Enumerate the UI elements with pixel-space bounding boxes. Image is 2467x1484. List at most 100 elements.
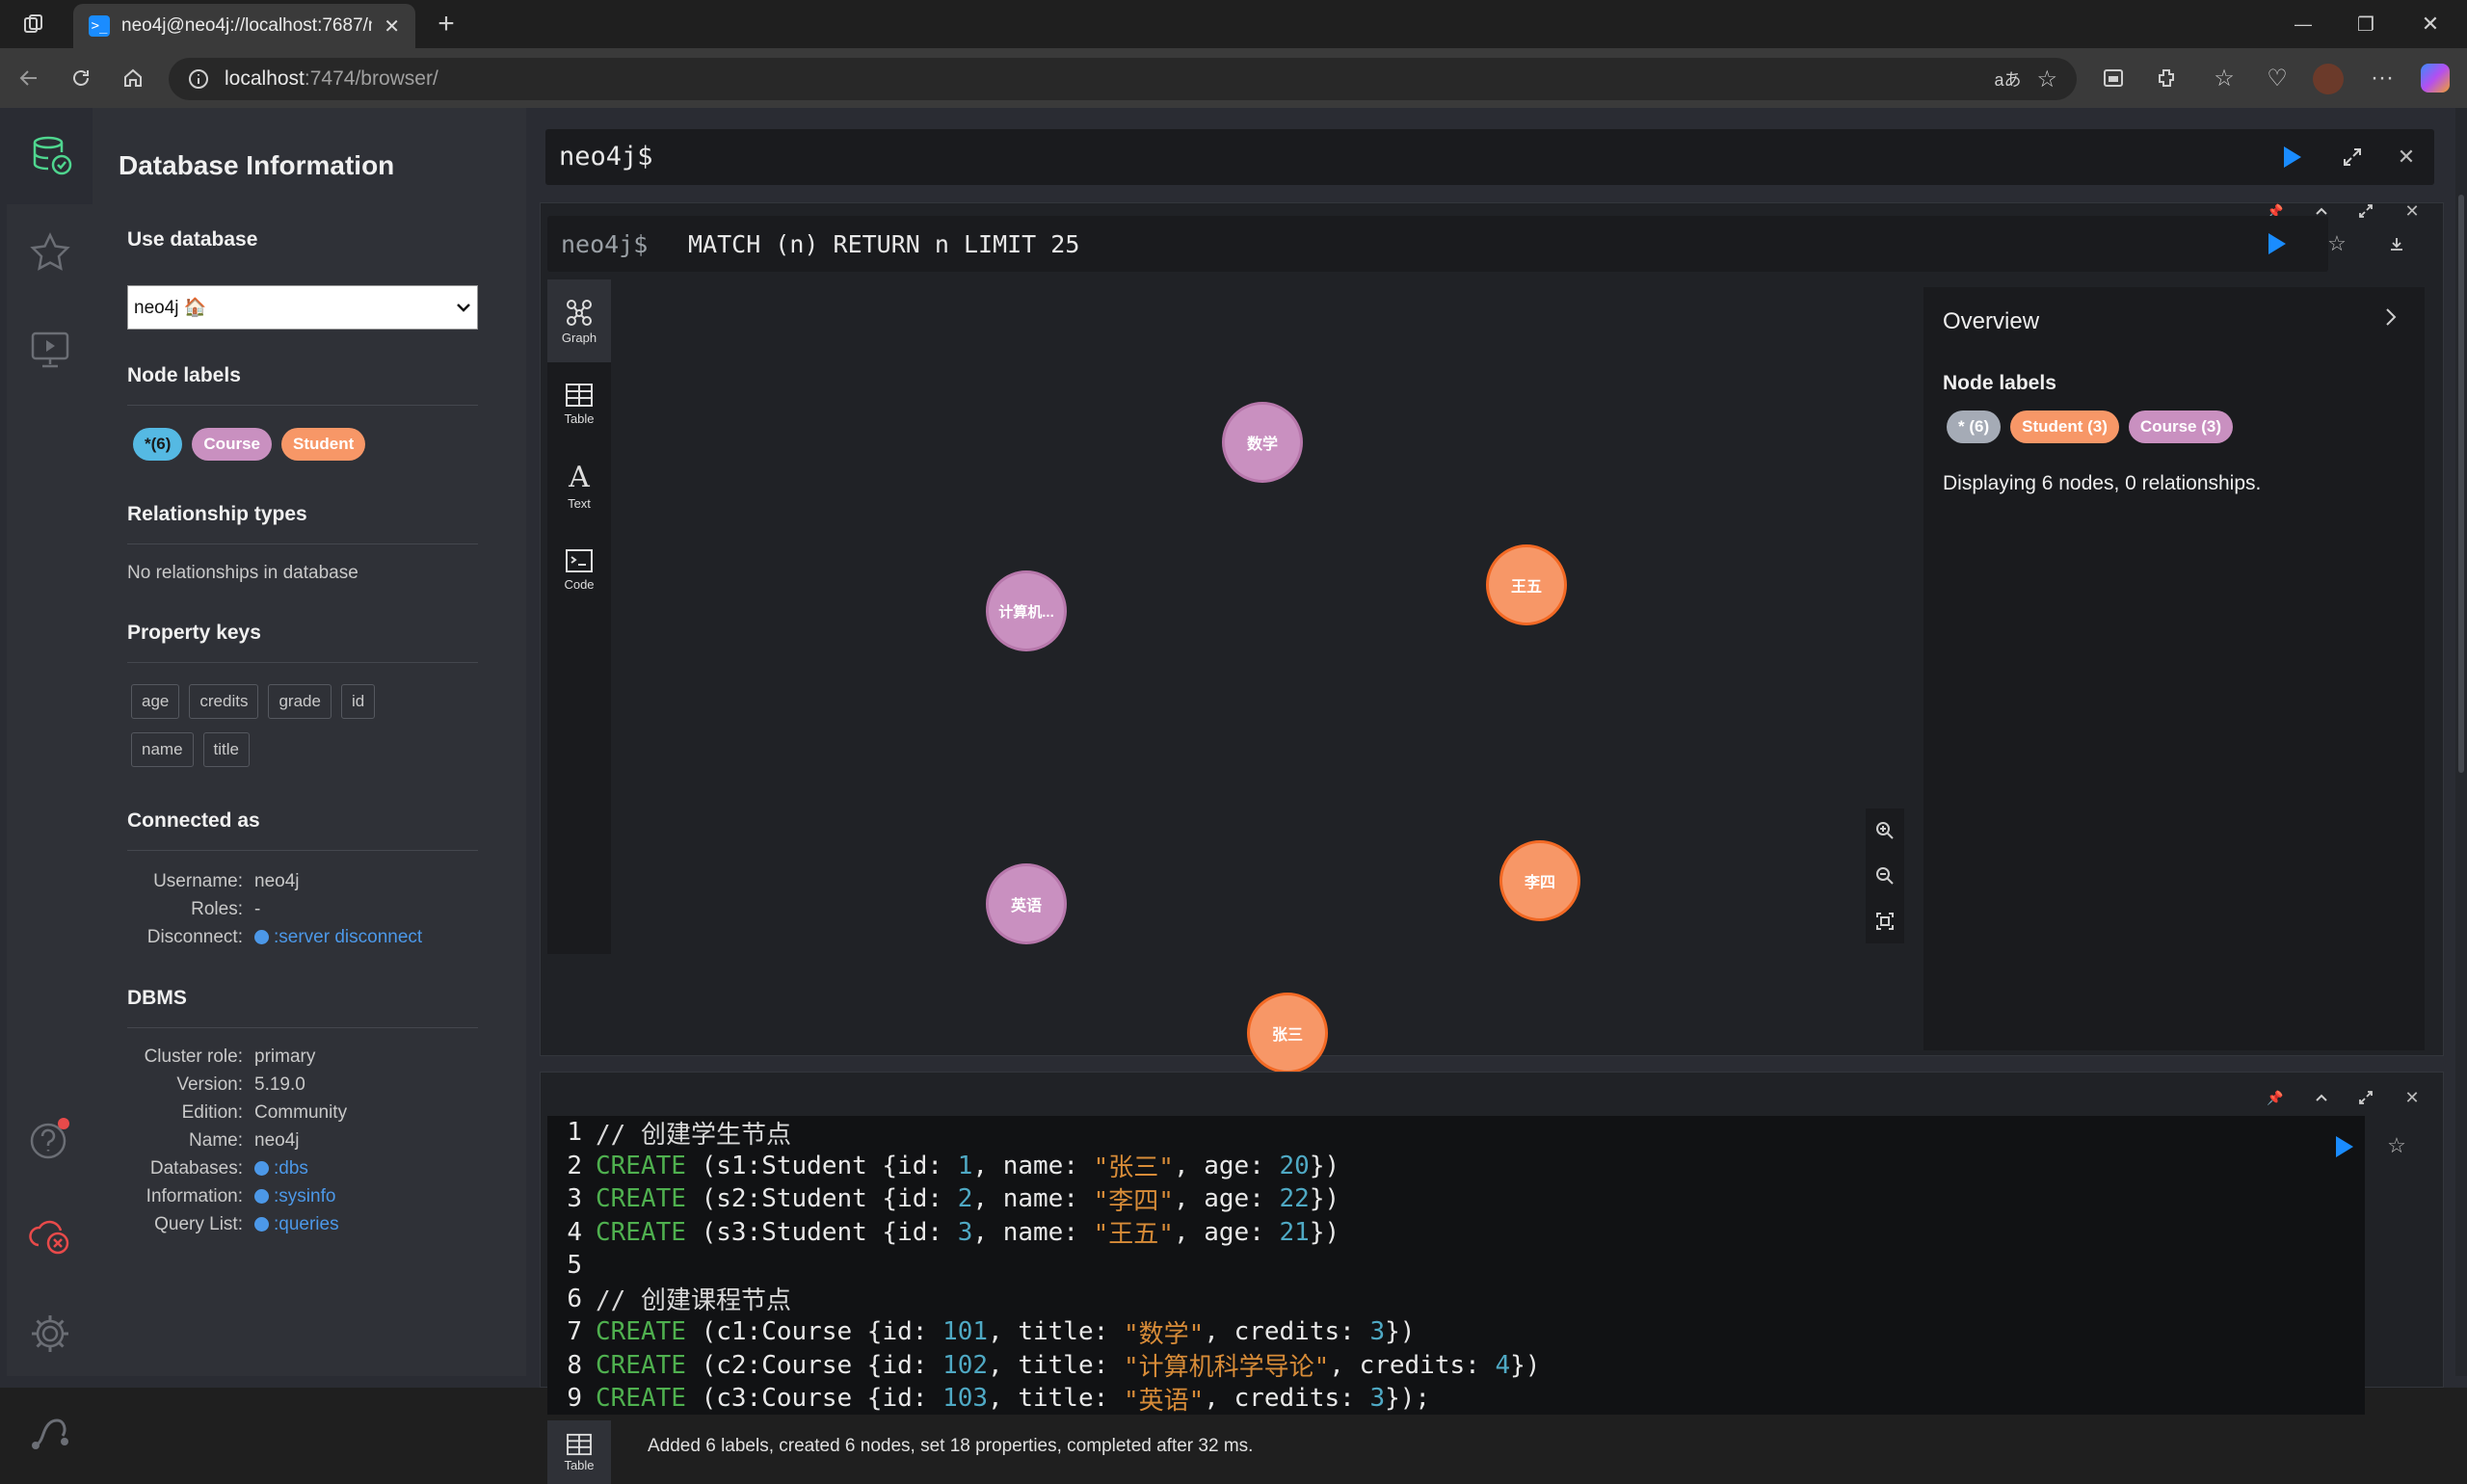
- database-info-nav[interactable]: [7, 108, 93, 204]
- browser-tab[interactable]: >_ neo4j@neo4j://localhost:7687/ne ✕: [73, 4, 415, 48]
- node-labels-heading: Node labels: [127, 364, 241, 386]
- sync-nav[interactable]: [7, 1197, 93, 1274]
- graph-node[interactable]: 王五: [1486, 544, 1567, 625]
- fit-to-screen-icon[interactable]: [1870, 907, 1899, 936]
- collapse-icon[interactable]: [2307, 1083, 2336, 1112]
- window-close-button[interactable]: ✕: [2411, 8, 2450, 40]
- new-tab-button[interactable]: +: [430, 8, 463, 40]
- pin-icon[interactable]: 📌: [2261, 1083, 2290, 1112]
- property-key-tag[interactable]: title: [202, 732, 250, 767]
- info-key: Version:: [176, 1073, 243, 1095]
- cypher-editor[interactable]: neo4j$: [545, 129, 2434, 185]
- guides-nav[interactable]: [7, 310, 93, 387]
- rerun-query-button[interactable]: [2268, 233, 2286, 254]
- overview-label-pill[interactable]: Course (3): [2128, 411, 2233, 443]
- favorites-nav[interactable]: [7, 214, 93, 291]
- tab-code[interactable]: Code: [547, 528, 611, 611]
- fullscreen-icon[interactable]: [2351, 197, 2380, 225]
- workspaces-icon[interactable]: [17, 10, 50, 39]
- window-restore-button[interactable]: ❐: [2347, 8, 2385, 40]
- close-frame-icon[interactable]: ✕: [2398, 197, 2427, 225]
- help-nav[interactable]: [7, 1100, 93, 1178]
- run-query-button[interactable]: [2284, 146, 2301, 168]
- settings-nav[interactable]: [7, 1295, 93, 1372]
- property-key-tag[interactable]: grade: [268, 684, 332, 719]
- graph-node[interactable]: 李四: [1499, 840, 1580, 921]
- address-bar[interactable]: localhost:7474/browser/ aあ ☆: [169, 58, 2077, 100]
- code-token: 4: [1495, 1350, 1511, 1380]
- window-minimize-button[interactable]: —: [2284, 8, 2322, 40]
- zoom-in-icon[interactable]: [1870, 816, 1899, 845]
- node-caption: 计算机...: [998, 603, 1054, 621]
- collapse-overview-icon[interactable]: [2376, 303, 2405, 331]
- reload-icon[interactable]: [64, 61, 98, 95]
- code-token: :: [746, 1151, 762, 1180]
- tab-title: neo4j@neo4j://localhost:7687/ne: [121, 15, 373, 36]
- property-key-tag[interactable]: id: [340, 684, 376, 719]
- node-label-pill[interactable]: *(6): [133, 428, 183, 461]
- back-icon[interactable]: [12, 61, 46, 95]
- property-key-tag[interactable]: credits: [189, 684, 259, 719]
- line-number: 8: [567, 1350, 582, 1380]
- overview-label-pill[interactable]: * (6): [1947, 411, 2002, 443]
- fullscreen-icon[interactable]: [2351, 1083, 2380, 1112]
- tab-close-icon[interactable]: ✕: [384, 14, 400, 39]
- code-token: :: [1093, 1317, 1124, 1347]
- code-line: 9 CREATE (c3: Course {id: 103, title: "英语"…: [547, 1382, 2365, 1415]
- favorite-star-icon[interactable]: ☆: [2036, 66, 2057, 93]
- about-nav[interactable]: [7, 1394, 93, 1471]
- code-token: "数学": [1123, 1319, 1205, 1349]
- overview-label-pill[interactable]: Student (3): [2010, 411, 2119, 443]
- node-label-pill[interactable]: Course: [192, 428, 272, 461]
- result-stream: neo4j$ ✕ 📌 ✕ neo4j$ MATCH (n) RETURN n L…: [526, 108, 2454, 1484]
- download-icon[interactable]: [2382, 229, 2411, 258]
- node-label-pill[interactable]: Student: [280, 428, 366, 461]
- read-aloud-icon[interactable]: aあ: [1994, 66, 2021, 92]
- command-link[interactable]: :server disconnect: [254, 927, 422, 948]
- site-info-icon[interactable]: [188, 68, 209, 90]
- tab-graph[interactable]: Graph: [547, 279, 611, 362]
- database-select-value: neo4j 🏠: [134, 298, 207, 318]
- scrollbar-thumb[interactable]: [2458, 195, 2464, 773]
- graph-node[interactable]: 英语: [986, 863, 1067, 944]
- browser-essentials-icon[interactable]: ♡: [2260, 61, 2295, 95]
- run-code-button[interactable]: [2336, 1136, 2353, 1157]
- extensions-icon[interactable]: [2149, 61, 2184, 95]
- frame-prompt: neo4j$: [561, 230, 649, 258]
- property-key-tag[interactable]: name: [131, 732, 194, 767]
- property-keys-heading: Property keys: [127, 622, 261, 644]
- close-frame-icon[interactable]: ✕: [2398, 1083, 2427, 1112]
- info-key: Databases:: [149, 1157, 243, 1179]
- favorites-icon[interactable]: ☆: [2207, 61, 2242, 95]
- database-select[interactable]: neo4j 🏠: [127, 285, 478, 330]
- cypher-code-block[interactable]: 1// 创建学生节点 2 CREATE (s1: Student {id: 1, na…: [547, 1116, 2365, 1415]
- result-tab-table[interactable]: Table: [547, 1420, 611, 1484]
- tab-table[interactable]: Table: [547, 362, 611, 445]
- table-icon: [566, 383, 593, 407]
- copilot-icon[interactable]: [2421, 64, 2450, 93]
- command-link[interactable]: :queries: [254, 1214, 339, 1235]
- code-token: CREATE: [596, 1217, 686, 1247]
- tab-text[interactable]: A Text: [547, 445, 611, 528]
- home-icon[interactable]: [116, 61, 150, 95]
- clear-editor-icon[interactable]: ✕: [2392, 143, 2421, 172]
- favorite-query-icon[interactable]: ☆: [2322, 229, 2351, 258]
- favorite-code-icon[interactable]: ☆: [2382, 1131, 2411, 1160]
- graph-node[interactable]: 数学: [1222, 402, 1303, 483]
- stream-scrollbar[interactable]: [2455, 108, 2467, 1376]
- info-value: neo4j: [254, 870, 300, 891]
- zoom-out-icon[interactable]: [1870, 861, 1899, 890]
- command-link[interactable]: :dbs: [254, 1158, 308, 1179]
- profile-avatar[interactable]: [2313, 64, 2344, 94]
- info-value: 5.19.0: [254, 1073, 305, 1095]
- fullscreen-editor-icon[interactable]: [2338, 143, 2367, 172]
- graph-node[interactable]: 计算机...: [986, 570, 1067, 651]
- property-key-tag[interactable]: age: [131, 684, 180, 719]
- app-available-icon[interactable]: [2096, 61, 2131, 95]
- code-token: :: [746, 1384, 762, 1414]
- tab-graph-label: Graph: [561, 330, 597, 345]
- graph-node[interactable]: 张三: [1247, 993, 1328, 1073]
- command-link[interactable]: :sysinfo: [254, 1186, 335, 1207]
- more-menu-icon[interactable]: ···: [2365, 61, 2400, 95]
- frame-query-bar[interactable]: neo4j$ MATCH (n) RETURN n LIMIT 25: [547, 216, 2328, 272]
